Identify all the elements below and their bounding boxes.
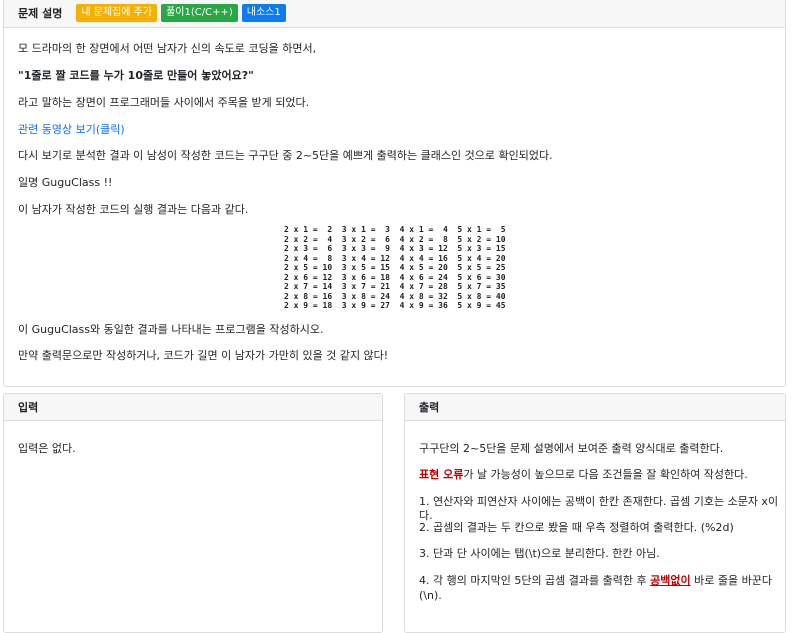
video-link[interactable]: 관련 동영상 보기(클릭) [18,123,125,137]
solution-button[interactable]: 풀이1(C/C++) [161,4,238,22]
output-line-2: 표현 오류가 날 가능성이 높으므로 다음 조건들을 잘 확인하여 작성한다. [419,468,748,482]
my-source-button[interactable]: 내소스1 [241,4,286,22]
desc-quote: "1줄로 짤 코드를 누가 10줄로 만들어 놓았어요?" [18,69,254,82]
output-rule-4: 4. 각 행의 마지막인 5단의 곱셈 결과를 출력한 후 공백없이 바로 줄을… [419,574,772,588]
output-line-1: 구구단의 2~5단을 문제 설명에서 보여준 출력 양식대로 출력한다. [419,442,724,455]
gugu-output-example: 2 x 1 = 2 3 x 1 = 3 4 x 1 = 4 5 x 1 = 5 … [284,225,506,310]
output-rule-2: 2. 곱셈의 결과는 두 칸으로 봤을 때 우측 정렬하여 출력한다. (%2d… [419,521,734,534]
problem-header: 문제 설명 내 문제집에 추가 풀이1(C/C++) 내소스1 [4,0,785,28]
no-space-text: 공백없이 [650,574,691,587]
desc-line-5: 다시 보기로 분석한 결과 이 남성이 작성한 코드는 구구단 중 2~5단을 … [18,149,553,162]
add-to-workbook-button[interactable]: 내 문제집에 추가 [76,4,158,22]
output-rule-4-cont: (\n). [419,589,442,602]
output-line-2-rest: 가 날 가능성이 높으므로 다음 조건들을 잘 확인하여 작성한다. [463,468,748,481]
desc-line-8: 이 GuguClass와 동일한 결과를 나타내는 프로그램을 작성하시오. [18,323,324,336]
desc-line-6: 일명 GuguClass !! [18,176,113,189]
desc-line-1: 모 드라마의 한 장면에서 어떤 남자가 신의 속도로 코딩을 하면서, [18,42,317,55]
problem-title: 문제 설명 [18,7,63,20]
output-rule-4-pre: 4. 각 행의 마지막인 5단의 곱셈 결과를 출력한 후 [419,574,651,587]
output-card: 출력 구구단의 2~5단을 문제 설명에서 보여준 출력 양식대로 출력한다. … [404,393,786,633]
input-card: 입력 입력은 없다. [3,393,383,633]
input-text: 입력은 없다. [18,442,76,455]
desc-line-3: 라고 말하는 장면이 프로그래머들 사이에서 주목을 받게 되었다. [18,96,310,109]
input-header: 입력 [4,394,382,421]
output-rule-4-post: 바로 줄을 바꾼다 [690,574,772,587]
output-title: 출력 [419,401,440,414]
output-rule-3: 3. 단과 단 사이에는 탭(\t)으로 분리한다. 한칸 아님. [419,547,660,560]
input-title: 입력 [18,401,39,414]
desc-line-7: 이 남자가 작성한 코드의 실행 결과는 다음과 같다. [18,203,249,216]
presentation-error-text: 표현 오류 [419,468,464,481]
problem-description-card: 문제 설명 내 문제집에 추가 풀이1(C/C++) 내소스1 모 드라마의 한… [3,0,786,387]
output-rule-1: 1. 연산자와 피연산자 사이에는 공백이 한칸 존재한다. 곱셈 기호는 소문… [419,495,779,522]
desc-line-9: 만약 출력문으로만 작성하거나, 코드가 길면 이 남자가 가만히 있을 것 같… [18,349,389,362]
output-header: 출력 [405,394,785,421]
